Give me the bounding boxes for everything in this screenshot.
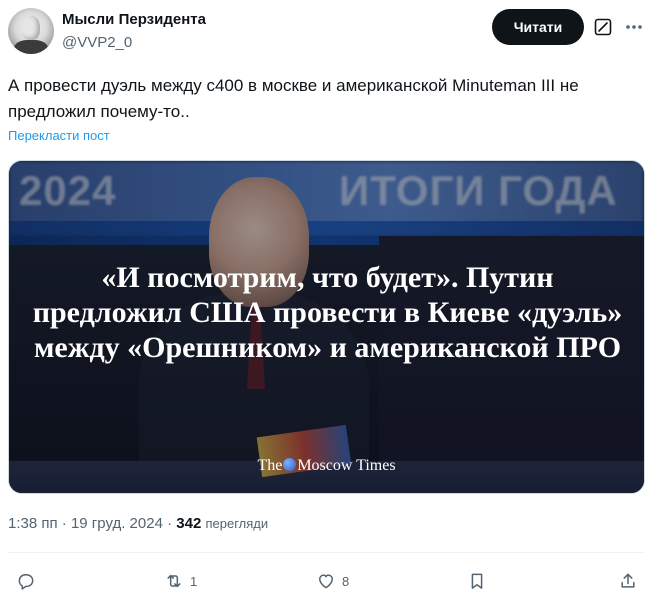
views-label: перегляди	[205, 516, 269, 531]
media-brand-logo: The Moscow Times	[9, 457, 644, 475]
media-headline: «И посмотрим, что будет». Путин предложи…	[32, 261, 623, 364]
avatar-body	[14, 40, 48, 54]
reply-button[interactable]	[16, 570, 42, 592]
retweet-icon	[167, 574, 181, 588]
brand-the: The	[257, 457, 283, 474]
meta-separator-2: ·	[167, 515, 173, 532]
bookmark-icon	[471, 573, 483, 589]
share-button[interactable]	[618, 570, 638, 592]
like-icon	[319, 574, 333, 589]
brand-name: Moscow Times	[297, 457, 396, 474]
tweet-text: А провести дуэль между с400 в москве и а…	[8, 76, 579, 121]
share-icon	[621, 573, 635, 588]
grok-icon[interactable]	[594, 18, 612, 36]
author-handle[interactable]: @VVP2_0	[62, 34, 132, 51]
translate-post-link[interactable]: Перекласти пост	[8, 128, 110, 143]
globe-icon	[283, 458, 297, 471]
reply-icon	[18, 574, 34, 590]
bookmark-button[interactable]	[467, 570, 487, 592]
like-count: 8	[342, 573, 350, 589]
author-name[interactable]: Мысли Перзидента	[62, 11, 206, 28]
retweet-button[interactable]: 1	[164, 570, 197, 592]
tweet-time[interactable]: 1:38 пп	[8, 515, 58, 532]
follow-button[interactable]: Читати	[492, 9, 584, 45]
more-icon[interactable]	[624, 18, 644, 36]
tweet-date[interactable]: 19 груд. 2024	[71, 515, 163, 532]
tweet-meta: 1:38 пп · 19 груд. 2024 · 342 перегляди	[8, 515, 268, 532]
meta-separator: ·	[61, 515, 67, 532]
retweet-count: 1	[190, 573, 198, 589]
avatar-face	[22, 16, 40, 40]
divider	[8, 552, 644, 553]
avatar[interactable]	[8, 8, 54, 54]
media-image[interactable]: 2024 ИТОГИ ГОДА «И посмотрим, что будет»…	[8, 160, 645, 494]
like-button[interactable]: 8	[316, 570, 349, 592]
views-count: 342	[176, 515, 202, 532]
